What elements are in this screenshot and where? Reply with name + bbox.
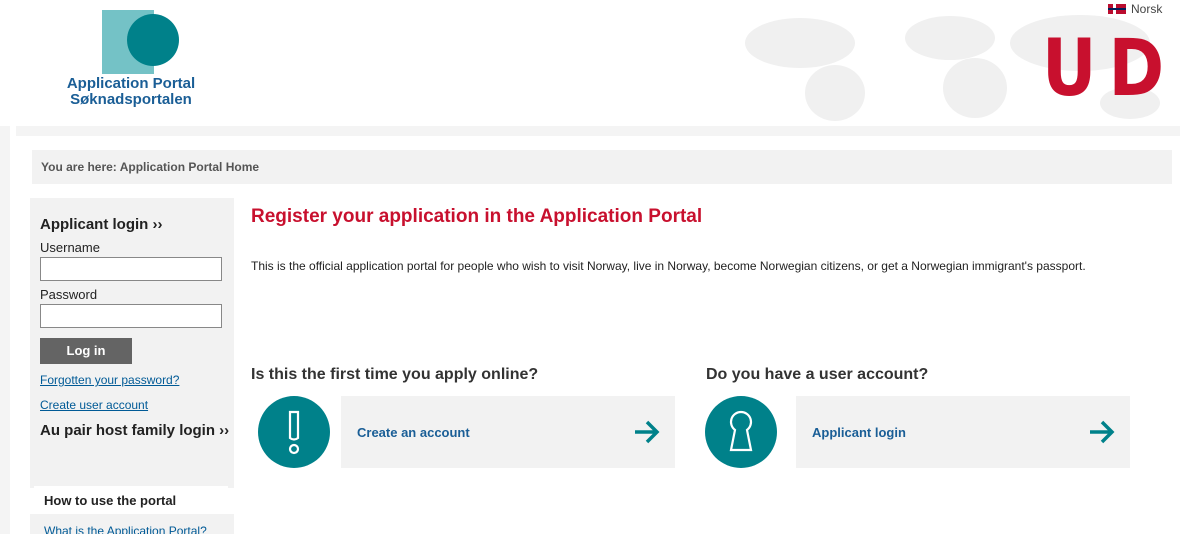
password-input[interactable]: [40, 304, 222, 328]
password-label: Password: [40, 287, 98, 302]
header-divider: [16, 126, 1180, 136]
au-pair-login-heading[interactable]: Au pair host family login ››: [40, 422, 229, 439]
create-account-card[interactable]: Create an account: [341, 396, 675, 468]
what-is-portal-link[interactable]: What is the Application Portal?: [30, 514, 234, 534]
breadcrumb: You are here: Application Portal Home: [32, 150, 1172, 184]
first-time-heading: Is this the first time you apply online?: [251, 366, 539, 383]
applicant-login-heading[interactable]: Applicant login ››: [40, 216, 162, 233]
arrow-right-icon: [1090, 420, 1115, 444]
site-header: Application Portal Søknadsportalen Norsk…: [0, 0, 1180, 126]
exclamation-icon: [258, 396, 330, 468]
keyhole-icon: [705, 396, 777, 468]
have-account-heading: Do you have a user account?: [706, 366, 929, 383]
portal-logo-text[interactable]: Application Portal Søknadsportalen: [56, 76, 206, 108]
create-user-account-link[interactable]: Create user account: [40, 398, 148, 412]
logo-line-1: Application Portal: [66, 75, 196, 92]
intro-text: This is the official application portal …: [251, 259, 1086, 273]
portal-logo-circle: [127, 14, 179, 66]
create-account-label: Create an account: [357, 425, 470, 440]
how-to-use-heading[interactable]: How to use the portal: [34, 486, 228, 514]
norway-flag-icon: [1108, 4, 1126, 14]
logo-line-2: Søknadsportalen: [70, 91, 192, 108]
login-sidebar: Applicant login ›› Username Password Log…: [30, 198, 234, 488]
username-label: Username: [40, 240, 100, 255]
username-input[interactable]: [40, 257, 222, 281]
login-button[interactable]: Log in: [40, 338, 132, 364]
forgot-password-link[interactable]: Forgotten your password?: [40, 373, 179, 387]
applicant-login-card-label: Applicant login: [812, 425, 906, 440]
arrow-right-icon: [635, 420, 660, 444]
page-title: Register your application in the Applica…: [251, 206, 703, 227]
language-switch[interactable]: Norsk: [1108, 2, 1162, 16]
applicant-login-card[interactable]: Applicant login: [796, 396, 1130, 468]
udi-logo[interactable]: UDI: [1042, 30, 1180, 108]
language-label: Norsk: [1131, 2, 1163, 16]
